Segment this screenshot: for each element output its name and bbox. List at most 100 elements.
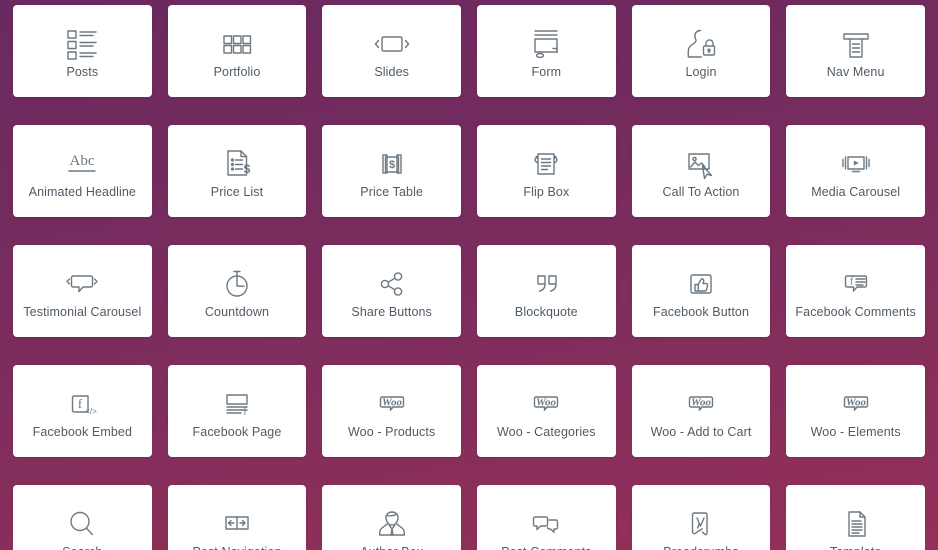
widget-card-author-box[interactable]: Author Box (322, 485, 461, 550)
widget-card-login[interactable]: Login (631, 5, 771, 97)
widget-card-portfolio[interactable]: Portfolio (167, 5, 307, 97)
animated-headline-icon: Abc (58, 144, 106, 184)
nav-menu-icon (836, 24, 876, 64)
facebook-comments-icon: f (834, 264, 878, 304)
widget-card-post-comments[interactable]: Post Comments (477, 485, 616, 550)
widget-label: Post Navigation (192, 546, 281, 550)
widget-label: Facebook Embed (32, 424, 133, 439)
widget-label: Media Carousel (811, 184, 901, 199)
widget-card-price-table[interactable]: $ Price Table (322, 125, 461, 217)
widget-label: Portfolio (213, 64, 261, 79)
widget-label: Facebook Comments (795, 304, 916, 319)
form-icon (525, 24, 567, 64)
author-box-icon (372, 504, 412, 544)
posts-icon (62, 24, 102, 64)
widget-label: Blockquote (514, 304, 578, 319)
facebook-page-icon: f (216, 384, 258, 424)
widget-label: Form (531, 64, 562, 79)
widget-card-post-navigation[interactable]: Post Navigation (167, 485, 307, 550)
woo-icon: Woo (369, 384, 415, 424)
post-comments-icon (524, 504, 568, 544)
widget-card-nav-menu[interactable]: Nav Menu (786, 5, 925, 97)
widget-card-woo-categories[interactable]: Woo Woo - Categories (477, 365, 616, 457)
widget-label: Breadcrumbs (663, 546, 738, 550)
widget-card-call-to-action[interactable]: Call To Action (631, 125, 771, 217)
widget-card-testimonial-carousel[interactable]: Testimonial Carousel (13, 245, 152, 337)
widget-label: Facebook Page (192, 424, 282, 439)
svg-text:f: f (243, 406, 247, 417)
widget-label: Woo - Categories (497, 424, 596, 439)
widget-label: Animated Headline (28, 184, 136, 199)
svg-text:$: $ (244, 162, 251, 176)
testimonial-carousel-icon (59, 264, 105, 304)
svg-text:Woo: Woo (536, 396, 556, 408)
media-carousel-icon (834, 144, 878, 184)
widget-label: Share Buttons (351, 304, 432, 319)
widget-label: Price Table (360, 184, 424, 199)
widget-card-blockquote[interactable]: Blockquote (477, 245, 616, 337)
widget-card-template[interactable]: Template (786, 485, 925, 550)
widget-label: Author Box (360, 546, 423, 550)
widget-card-woo-elements[interactable]: Woo Woo - Elements (786, 365, 925, 457)
widget-label: Search (62, 546, 102, 550)
widget-label: Facebook Button (652, 304, 749, 319)
widget-label: Template (830, 546, 882, 550)
widget-grid: Posts Portfolio Slides Form Login Nav Me… (0, 0, 938, 550)
widget-card-form[interactable]: Form (477, 5, 616, 97)
widget-card-facebook-embed[interactable]: f </> Facebook Embed (13, 365, 152, 457)
slides-icon (370, 24, 414, 64)
widget-label: Woo - Elements (810, 424, 901, 439)
template-icon (836, 504, 876, 544)
svg-text:Abc: Abc (70, 153, 95, 169)
widget-card-facebook-button[interactable]: Facebook Button (631, 245, 771, 337)
widget-label: Post Comments (501, 546, 591, 550)
search-icon (61, 504, 103, 544)
svg-text:Woo: Woo (846, 396, 866, 408)
widget-card-media-carousel[interactable]: Media Carousel (786, 125, 925, 217)
svg-text:</>: </> (86, 407, 98, 416)
widget-label: Slides (374, 64, 409, 79)
facebook-button-icon (681, 264, 721, 304)
woo-icon: Woo (678, 384, 724, 424)
svg-text:f: f (78, 396, 83, 411)
facebook-embed-icon: f </> (60, 384, 104, 424)
widget-label: Flip Box (523, 184, 570, 199)
widget-card-woo-add-to-cart[interactable]: Woo Woo - Add to Cart (631, 365, 771, 457)
blockquote-icon (525, 264, 567, 304)
widget-card-flip-box[interactable]: Flip Box (477, 125, 616, 217)
widget-card-animated-headline[interactable]: Abc Animated Headline (13, 125, 152, 217)
call-to-action-icon (680, 144, 722, 184)
widget-card-share-buttons[interactable]: Share Buttons (322, 245, 461, 337)
widget-label: Countdown (204, 304, 270, 319)
post-navigation-icon (215, 504, 259, 544)
yoast-breadcrumbs-icon (681, 504, 721, 544)
widget-label: Call To Action (662, 184, 740, 199)
svg-text:$: $ (389, 159, 395, 171)
woo-icon: Woo (523, 384, 569, 424)
widget-card-search[interactable]: Search (13, 485, 152, 550)
widget-label: Woo - Add to Cart (650, 424, 752, 439)
widget-label: Nav Menu (826, 64, 885, 79)
widget-card-woo-products[interactable]: Woo Woo - Products (322, 365, 461, 457)
svg-text:Woo: Woo (382, 396, 402, 408)
woo-icon: Woo (833, 384, 879, 424)
svg-text:Woo: Woo (691, 396, 711, 408)
portfolio-icon (217, 24, 257, 64)
svg-text:f: f (849, 276, 853, 287)
login-icon (681, 24, 721, 64)
share-buttons-icon (372, 264, 412, 304)
widget-card-countdown[interactable]: Countdown (167, 245, 307, 337)
price-list-icon: $ (217, 144, 257, 184)
widget-card-price-list[interactable]: $ Price List (167, 125, 307, 217)
price-table-icon: $ (371, 144, 413, 184)
widget-label: Posts (66, 64, 99, 79)
widget-card-breadcrumbs[interactable]: Breadcrumbs (631, 485, 771, 550)
countdown-icon (217, 264, 257, 304)
widget-label: Login (685, 64, 717, 79)
widget-card-facebook-page[interactable]: f Facebook Page (167, 365, 307, 457)
widget-label: Woo - Products (348, 424, 436, 439)
widget-card-slides[interactable]: Slides (322, 5, 461, 97)
widget-card-facebook-comments[interactable]: f Facebook Comments (786, 245, 925, 337)
widget-label: Testimonial Carousel (23, 304, 142, 319)
widget-card-posts[interactable]: Posts (13, 5, 152, 97)
